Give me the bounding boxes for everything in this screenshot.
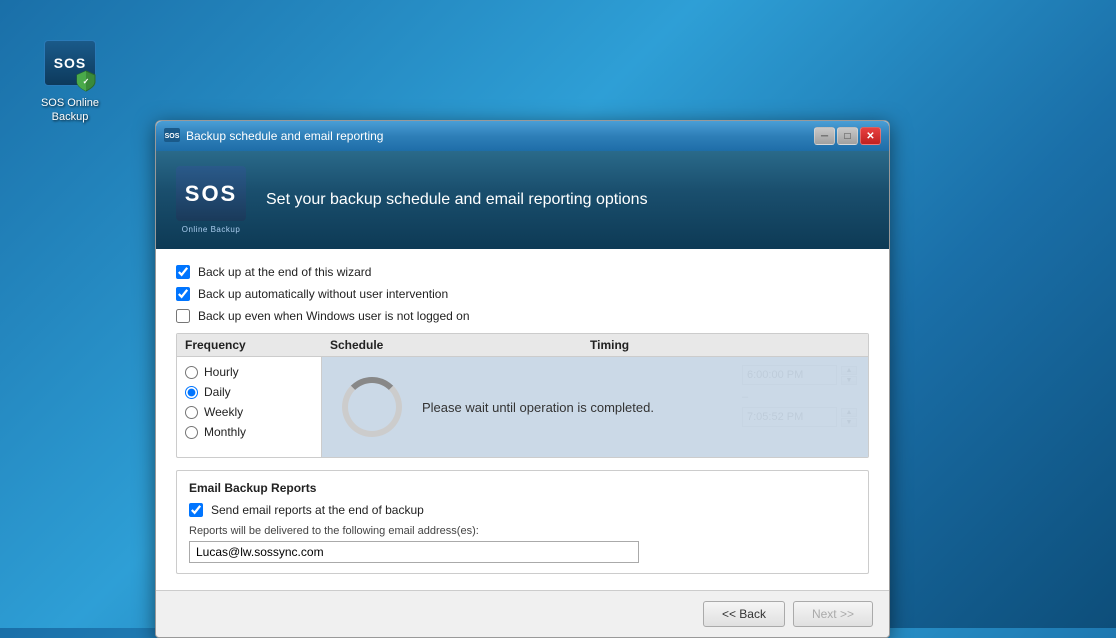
dialog-footer: << Back Next >>	[156, 590, 889, 637]
backup-end-checkbox[interactable]	[176, 265, 190, 279]
title-bar-text: Backup schedule and email reporting	[186, 129, 383, 143]
radio-weekly-label: Weekly	[204, 405, 243, 419]
radio-daily[interactable]	[185, 386, 198, 399]
title-bar-left: SOS Backup schedule and email reporting	[164, 128, 383, 144]
backup-loggedoff-label: Back up even when Windows user is not lo…	[198, 309, 470, 323]
header-title: Set your backup schedule and email repor…	[266, 191, 648, 209]
radio-monthly[interactable]	[185, 426, 198, 439]
col-empty	[850, 338, 860, 352]
schedule-section: Frequency Schedule Timing Hourly Daily	[176, 333, 869, 458]
backup-loggedoff-row: Back up even when Windows user is not lo…	[176, 309, 869, 323]
desktop-icon-label: SOS OnlineBackup	[41, 96, 99, 125]
loading-overlay: Please wait until operation is completed…	[322, 357, 868, 457]
svg-text:SOS: SOS	[165, 133, 180, 140]
dialog-header: SOS Online Backup Set your backup schedu…	[156, 151, 889, 249]
app-icon: SOS ✓	[44, 40, 96, 92]
backup-auto-label: Back up automatically without user inter…	[198, 287, 448, 301]
minimize-button[interactable]: ─	[814, 127, 835, 145]
radio-hourly[interactable]	[185, 366, 198, 379]
backup-loggedoff-checkbox[interactable]	[176, 309, 190, 323]
backup-auto-checkbox[interactable]	[176, 287, 190, 301]
shield-icon: ✓	[76, 70, 96, 92]
send-reports-checkbox[interactable]	[189, 503, 203, 517]
radio-hourly-label: Hourly	[204, 365, 239, 379]
backup-auto-row: Back up automatically without user inter…	[176, 287, 869, 301]
radio-weekly[interactable]	[185, 406, 198, 419]
sos-logo-text: SOS	[185, 181, 237, 207]
spinner	[342, 377, 402, 437]
sos-logo-subtitle: Online Backup	[182, 225, 241, 234]
next-button[interactable]: Next >>	[793, 601, 873, 627]
schedule-body: Hourly Daily Weekly Monthly	[177, 357, 868, 457]
radio-hourly-row: Hourly	[185, 365, 313, 379]
sos-icon-text: SOS	[54, 56, 87, 70]
dialog-window: SOS Backup schedule and email reporting …	[155, 120, 890, 638]
email-section-title: Email Backup Reports	[189, 481, 856, 495]
backup-end-row: Back up at the end of this wizard	[176, 265, 869, 279]
radio-monthly-label: Monthly	[204, 425, 246, 439]
email-delivery-note: Reports will be delivered to the followi…	[189, 525, 856, 537]
radio-daily-row: Daily	[185, 385, 313, 399]
sos-logo: SOS Online Backup	[176, 166, 246, 234]
col-schedule: Schedule	[330, 338, 590, 352]
radio-weekly-row: Weekly	[185, 405, 313, 419]
backup-end-label: Back up at the end of this wizard	[198, 265, 371, 279]
send-reports-label: Send email reports at the end of backup	[211, 503, 424, 517]
frequency-col: Hourly Daily Weekly Monthly	[177, 357, 322, 457]
dialog-body: Back up at the end of this wizard Back u…	[156, 249, 889, 590]
close-button[interactable]: ✕	[860, 127, 881, 145]
maximize-button[interactable]: □	[837, 127, 858, 145]
send-reports-row: Send email reports at the end of backup	[189, 503, 856, 517]
spinner-ring	[342, 377, 402, 437]
radio-daily-label: Daily	[204, 385, 231, 399]
back-button[interactable]: << Back	[703, 601, 785, 627]
radio-monthly-row: Monthly	[185, 425, 313, 439]
email-input[interactable]	[189, 541, 639, 563]
svg-text:✓: ✓	[83, 77, 90, 86]
col-frequency: Frequency	[185, 338, 330, 352]
desktop-icon[interactable]: SOS ✓ SOS OnlineBackup	[30, 40, 110, 125]
schedule-header: Frequency Schedule Timing	[177, 334, 868, 357]
title-bar: SOS Backup schedule and email reporting …	[156, 121, 889, 151]
email-section: Email Backup Reports Send email reports …	[176, 470, 869, 574]
loading-message: Please wait until operation is completed…	[422, 400, 654, 415]
title-bar-icon: SOS	[164, 128, 180, 144]
title-bar-buttons: ─ □ ✕	[814, 127, 881, 145]
col-timing: Timing	[590, 338, 850, 352]
